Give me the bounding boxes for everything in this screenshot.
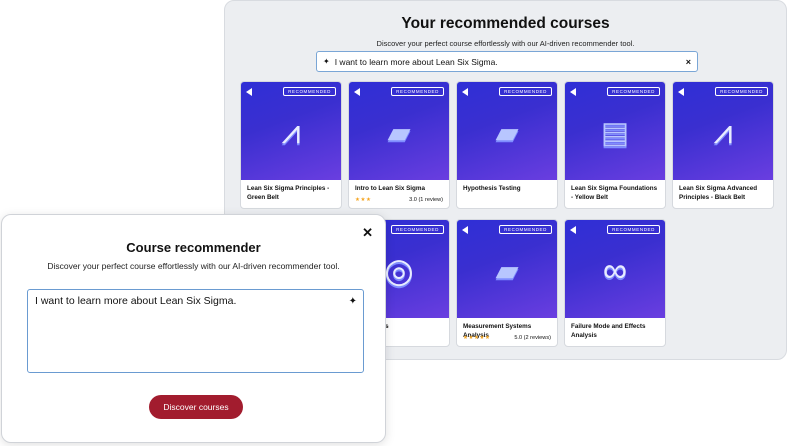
course-thumbnail: RECOMMENDED ▰ (349, 82, 449, 180)
course-card[interactable]: RECOMMENDED ⩘ Lean Six Sigma Principles … (240, 81, 342, 209)
recommended-badge: RECOMMENDED (499, 87, 552, 96)
course-card[interactable]: RECOMMENDED ▤ Lean Six Sigma Foundations… (564, 81, 666, 209)
search-bar[interactable]: ✦ I want to learn more about Lean Six Si… (316, 51, 698, 72)
brand-logo-icon (354, 88, 360, 96)
course-thumbnail: RECOMMENDED ▰ (457, 82, 557, 180)
course-title: Hypothesis Testing (463, 185, 521, 192)
books-illustration-icon: ▤ (600, 116, 630, 150)
panel-title: Your recommended courses (401, 15, 610, 32)
recommended-badge: RECOMMENDED (391, 225, 444, 234)
course-thumbnail: RECOMMENDED ∞ (565, 220, 665, 318)
experiment-illustration-icon: ◎ (384, 251, 414, 290)
recommended-badge: RECOMMENDED (607, 87, 660, 96)
recommended-badge: RECOMMENDED (715, 87, 768, 96)
glasses-illustration-icon: ∞ (602, 251, 628, 290)
recommended-badge: RECOMMENDED (283, 87, 336, 96)
app-stage: Your recommended courses Discover your p… (0, 0, 789, 446)
course-card[interactable]: RECOMMENDED ⩘ Lean Six Sigma Advanced Pr… (672, 81, 774, 209)
rating-text: 5.0 (2 reviews) (514, 335, 551, 341)
recommended-badge: RECOMMENDED (499, 225, 552, 234)
brand-logo-icon (678, 88, 684, 96)
course-thumbnail: RECOMMENDED ▤ (565, 82, 665, 180)
sparkle-icon: ✦ (348, 296, 357, 307)
close-icon[interactable]: × (686, 57, 691, 67)
course-recommender-modal: ✕ Course recommender Discover your perfe… (1, 214, 386, 443)
rating-text: 3.0 (1 review) (409, 197, 443, 203)
brand-logo-icon (462, 226, 468, 234)
course-card[interactable]: RECOMMENDED ∞ Failure Mode and Effects A… (564, 219, 666, 347)
brand-logo-icon (570, 88, 576, 96)
belt-illustration-icon: ⩘ (713, 113, 733, 152)
recommended-badge: RECOMMENDED (391, 87, 444, 96)
search-query[interactable]: I want to learn more about Lean Six Sigm… (335, 57, 686, 67)
panel-subtitle: Discover your perfect course effortlessl… (376, 39, 635, 48)
belt-illustration-icon: ⩘ (281, 113, 301, 152)
book-illustration-icon: ▰ (387, 116, 411, 150)
course-card[interactable]: RECOMMENDED ▰ Measurement Systems Analys… (456, 219, 558, 347)
course-title: Failure Mode and Effects Analysis (571, 323, 646, 340)
course-card[interactable]: RECOMMENDED ▰ Hypothesis Testing (456, 81, 558, 209)
prompt-text[interactable]: I want to learn more about Lean Six Sigm… (35, 295, 236, 307)
course-title: Lean Six Sigma Foundations - Yellow Belt (571, 185, 658, 202)
course-thumbnail: RECOMMENDED ⩘ (673, 82, 773, 180)
star-rating-icon: ★★★★★ (463, 335, 491, 341)
book-illustration-icon: ▰ (495, 116, 519, 150)
star-rating-icon: ★★★ (355, 197, 372, 203)
recommender-prompt-input[interactable]: I want to learn more about Lean Six Sigm… (27, 289, 364, 373)
course-rating: ★★★★★ 5.0 (2 reviews) (463, 335, 551, 341)
discover-courses-button[interactable]: Discover courses (149, 395, 243, 419)
course-thumbnail: RECOMMENDED ▰ (457, 220, 557, 318)
course-card[interactable]: RECOMMENDED ▰ Intro to Lean Six Sigma ★★… (348, 81, 450, 209)
book-illustration-icon: ▰ (495, 254, 519, 288)
modal-subtitle: Discover your perfect course effortlessl… (47, 261, 340, 271)
close-icon[interactable]: ✕ (362, 225, 373, 241)
modal-title: Course recommender (126, 240, 261, 255)
brand-logo-icon (570, 226, 576, 234)
course-thumbnail: RECOMMENDED ⩘ (241, 82, 341, 180)
course-title: Lean Six Sigma Principles - Green Belt (247, 185, 330, 202)
course-rating: ★★★ 3.0 (1 review) (355, 197, 443, 203)
brand-logo-icon (462, 88, 468, 96)
sparkle-icon: ✦ (323, 57, 330, 66)
recommended-badge: RECOMMENDED (607, 225, 660, 234)
brand-logo-icon (246, 88, 252, 96)
course-title: Lean Six Sigma Advanced Principles - Bla… (679, 185, 758, 202)
